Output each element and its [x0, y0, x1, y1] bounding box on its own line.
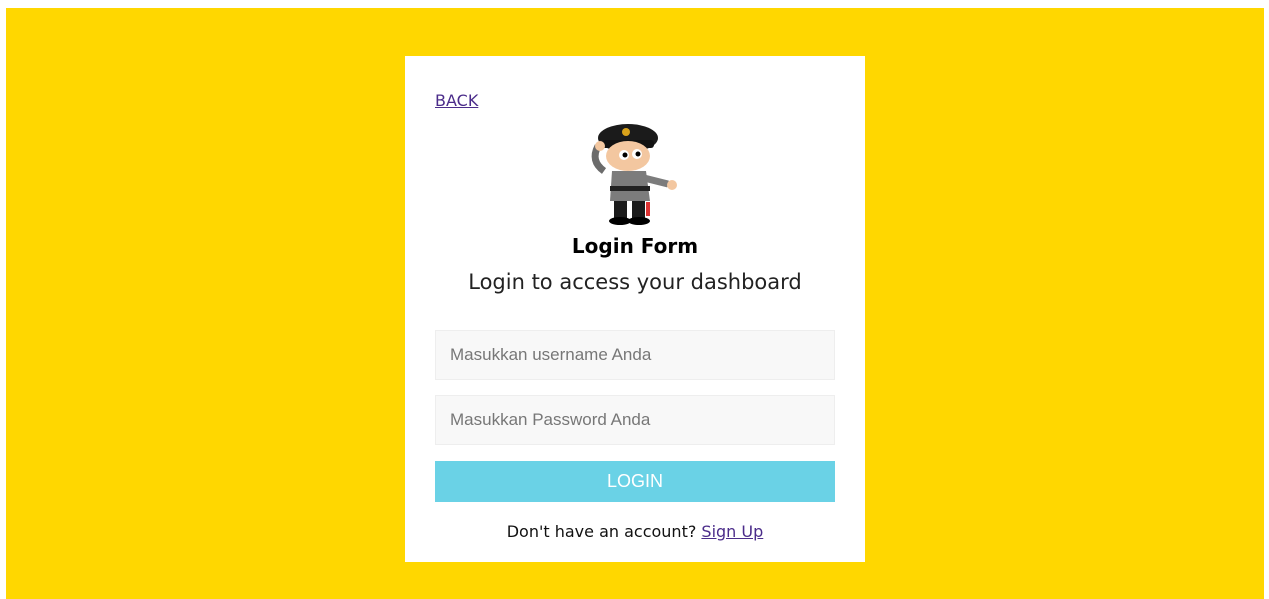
login-button[interactable]: LOGIN: [435, 461, 835, 502]
form-subtitle: Login to access your dashboard: [468, 270, 802, 294]
back-link[interactable]: BACK: [435, 91, 478, 110]
signup-link[interactable]: Sign Up: [701, 522, 763, 541]
police-mascot-image: [591, 124, 677, 225]
signup-prompt: Don't have an account?: [506, 522, 702, 541]
page-background: BACK Login Form Login to access your das…: [6, 8, 1264, 599]
signup-row: Don't have an account? Sign Up: [405, 522, 865, 541]
password-input[interactable]: [435, 395, 835, 445]
form-title: Login Form: [571, 234, 699, 258]
username-input[interactable]: [435, 330, 835, 380]
login-card: BACK Login Form Login to access your das…: [405, 56, 865, 562]
